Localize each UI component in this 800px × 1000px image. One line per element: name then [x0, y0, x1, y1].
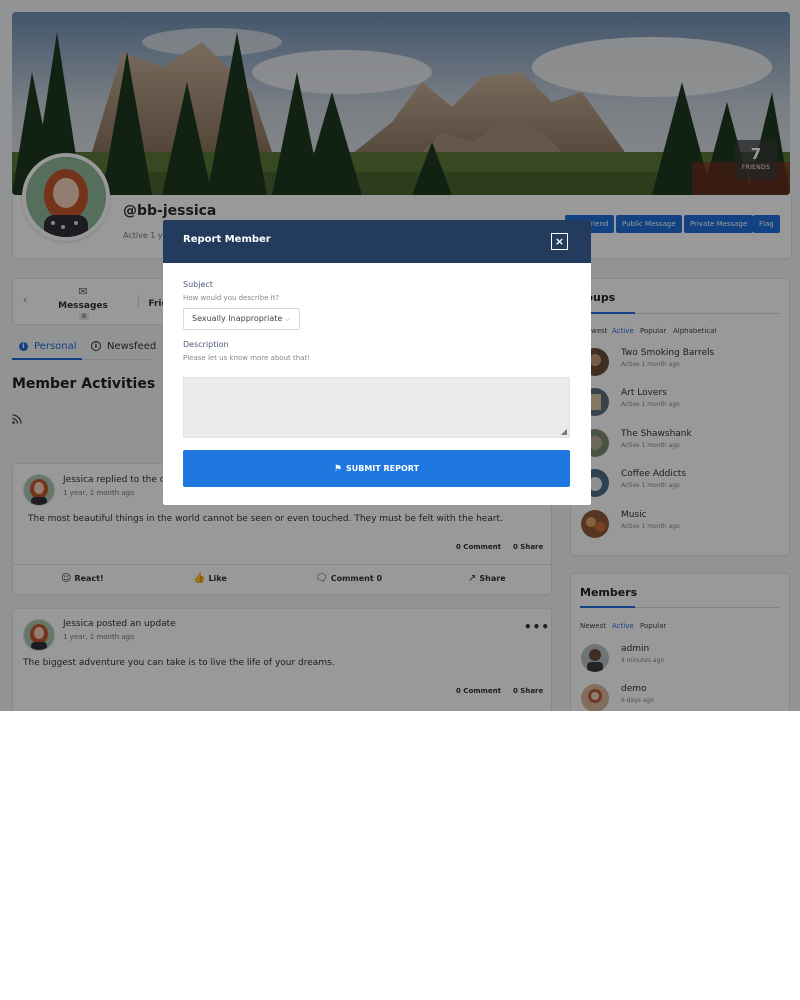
submit-report-button[interactable]: ⚑ SUBMIT REPORT — [183, 450, 570, 487]
chevron-down-icon: ⌵ — [284, 315, 290, 323]
modal-header: Report Member × — [163, 220, 591, 263]
subject-hint: How would you describe it? — [183, 294, 280, 302]
resize-handle-icon[interactable]: ◢ — [561, 427, 567, 436]
subject-select-value: Sexually Inappropriate — [192, 314, 283, 323]
profile-page: 7 FRIENDS @bb-jessica Active 1 ye Add Fr… — [0, 0, 800, 711]
subject-select[interactable]: Sexually Inappropriate ⌵ — [183, 308, 300, 330]
description-label: Description — [183, 340, 229, 349]
submit-report-label: SUBMIT REPORT — [345, 464, 420, 473]
modal-title: Report Member — [183, 234, 271, 245]
flag-icon: ⚑ — [333, 464, 342, 474]
description-textarea[interactable]: ◢ — [183, 377, 570, 438]
description-hint: Please let us know more about that! — [183, 354, 310, 362]
report-member-modal: Report Member × Subject How would you de… — [163, 220, 591, 505]
close-button[interactable]: × — [551, 233, 568, 250]
subject-label: Subject — [183, 280, 213, 289]
